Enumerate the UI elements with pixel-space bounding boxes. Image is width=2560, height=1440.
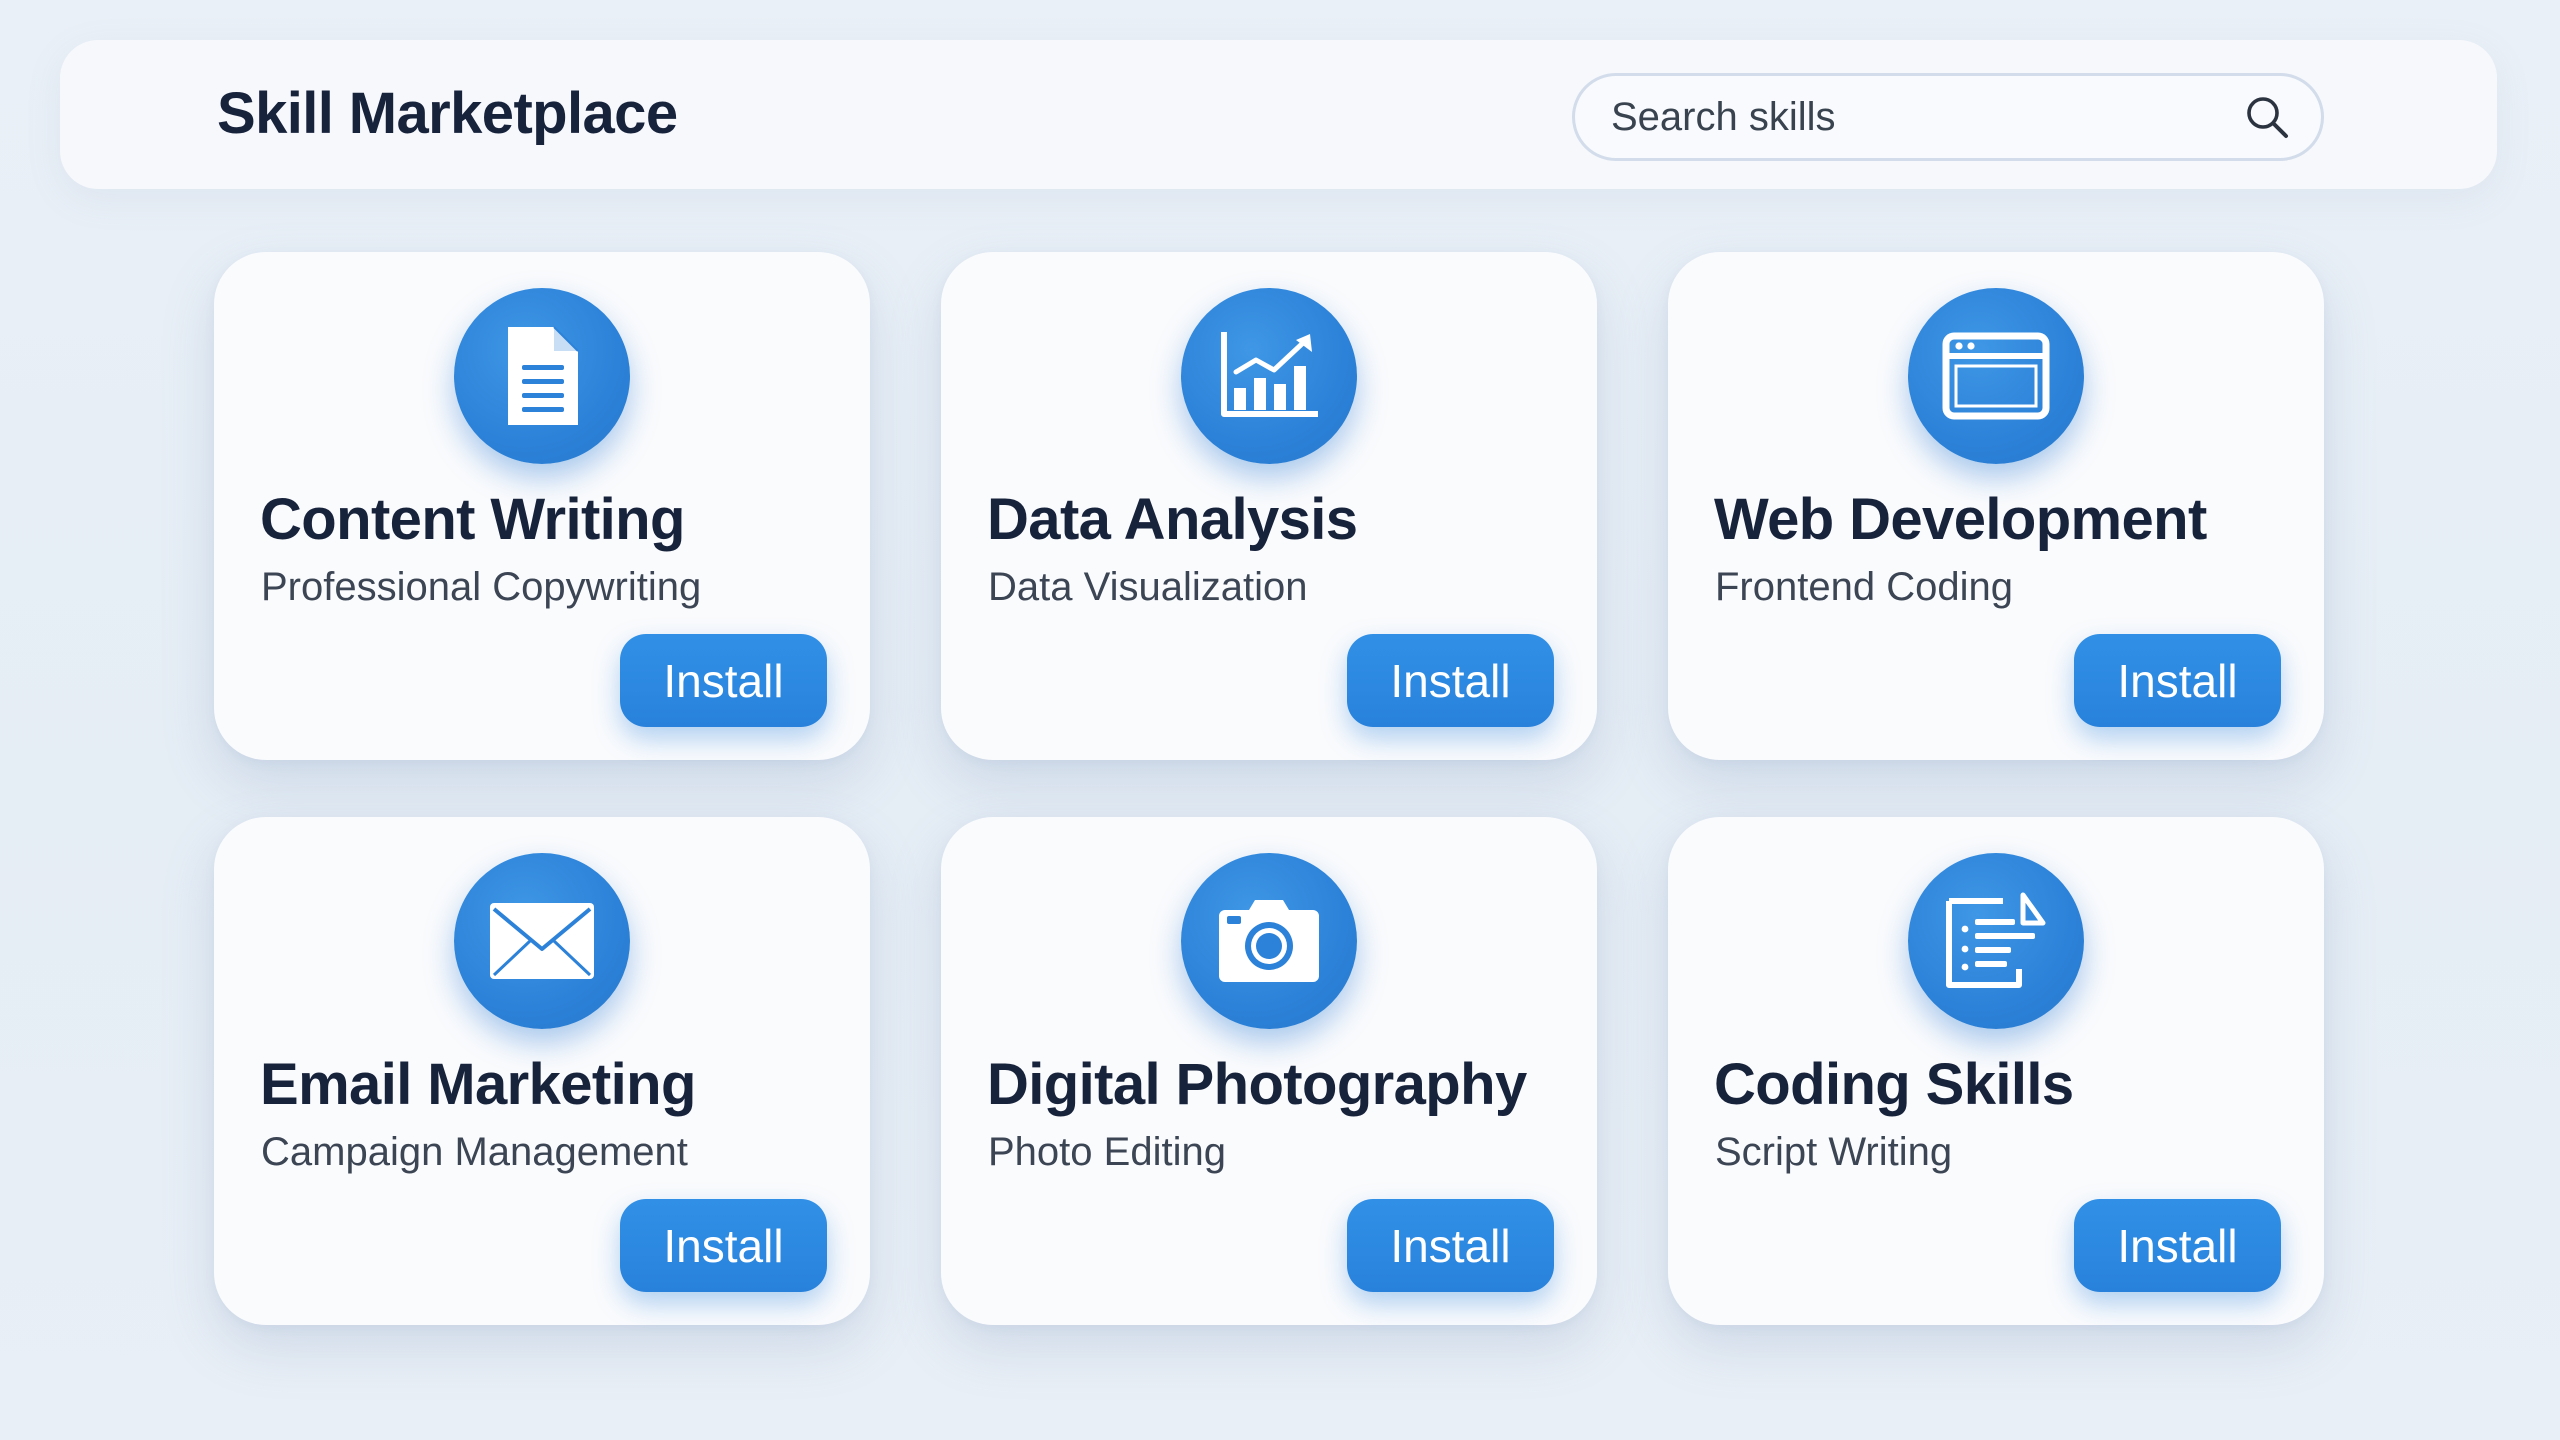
install-button[interactable]: Install (1347, 1199, 1554, 1292)
page-title: Skill Marketplace (217, 81, 678, 146)
skills-grid: Content Writing Professional Copywriting… (214, 252, 2324, 1325)
skill-card-digital-photography: Digital Photography Photo Editing Instal… (941, 817, 1597, 1325)
install-button[interactable]: Install (1347, 634, 1554, 727)
skill-card-email-marketing: Email Marketing Campaign Management Inst… (214, 817, 870, 1325)
skill-subtitle: Photo Editing (988, 1130, 1226, 1174)
skill-subtitle: Professional Copywriting (261, 565, 702, 609)
search-bar[interactable] (1572, 73, 2324, 161)
camera-icon (1181, 853, 1357, 1029)
skill-title: Web Development (1714, 487, 2207, 552)
skill-title: Data Analysis (987, 487, 1358, 552)
search-icon[interactable] (2243, 93, 2291, 141)
script-icon (1908, 853, 2084, 1029)
skill-card-content-writing: Content Writing Professional Copywriting… (214, 252, 870, 760)
install-button[interactable]: Install (620, 634, 827, 727)
skill-card-web-development: Web Development Frontend Coding Install (1668, 252, 2324, 760)
install-button[interactable]: Install (2074, 1199, 2281, 1292)
skill-title: Coding Skills (1714, 1052, 2074, 1117)
install-button[interactable]: Install (620, 1199, 827, 1292)
search-input[interactable] (1611, 94, 2243, 140)
envelope-icon (454, 853, 630, 1029)
chart-icon (1181, 288, 1357, 464)
skill-card-coding-skills: Coding Skills Script Writing Install (1668, 817, 2324, 1325)
browser-window-icon (1908, 288, 2084, 464)
install-button[interactable]: Install (2074, 634, 2281, 727)
header-bar: Skill Marketplace (60, 40, 2497, 189)
skill-subtitle: Campaign Management (261, 1130, 688, 1174)
skill-subtitle: Script Writing (1715, 1130, 1953, 1174)
skill-title: Email Marketing (260, 1052, 696, 1117)
skill-subtitle: Data Visualization (988, 565, 1308, 609)
skill-title: Content Writing (260, 487, 685, 552)
skill-title: Digital Photography (987, 1052, 1527, 1117)
skill-subtitle: Frontend Coding (1715, 565, 2013, 609)
document-icon (454, 288, 630, 464)
skill-card-data-analysis: Data Analysis Data Visualization Install (941, 252, 1597, 760)
